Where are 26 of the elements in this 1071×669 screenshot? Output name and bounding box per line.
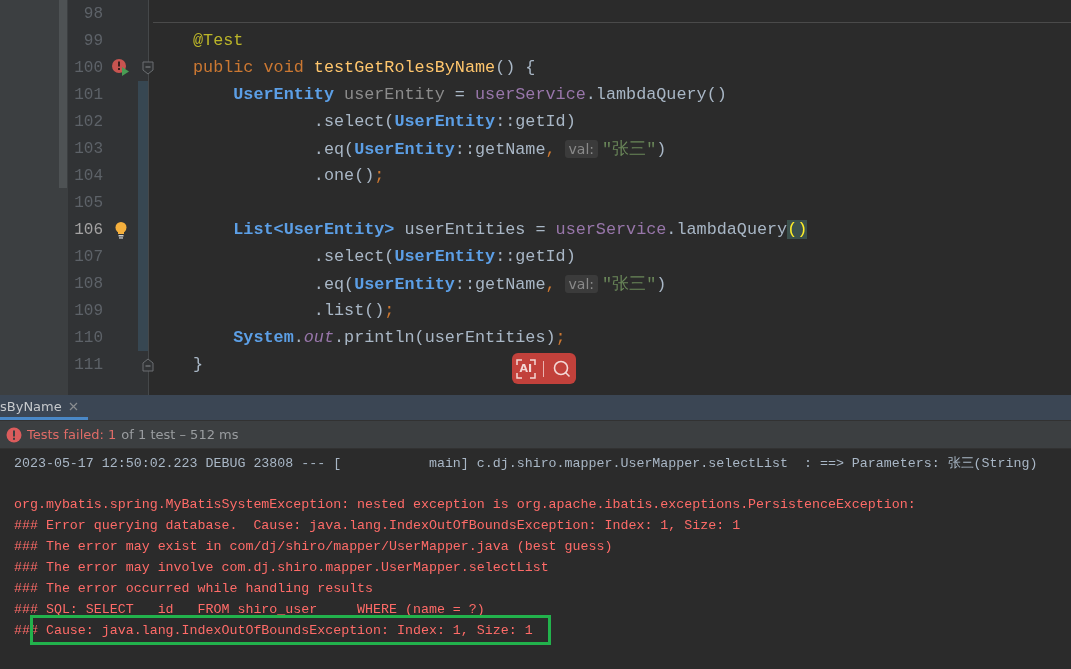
console-line: 2023-05-17 12:50:02.223 DEBUG 23808 --- [ main] c.dj.shiro.mapper.UserMapper.selectList : ==> Parameters: 张三(String) — [14, 454, 1038, 472]
code-line: public void testGetRolesByName() { — [193, 58, 536, 77]
ai-button[interactable]: AI — [515, 358, 536, 379]
search-icon — [552, 358, 573, 379]
code-line: } — [193, 355, 204, 374]
code-line: .select(UserEntity::getId) — [312, 247, 576, 266]
console-line: ### Error querying database. Cause: java.lang.IndexOutOfBoundsException: Index: 1, Size: 1 — [14, 518, 741, 533]
code-line: .eq(UserEntity::getName, val: "张三") — [312, 274, 667, 295]
line-number: 106 — [73, 220, 103, 239]
code-line: UserEntity userEntity = userService.lambdaQuery() — [232, 85, 727, 104]
close-icon — [68, 401, 78, 411]
error-icon — [6, 426, 22, 443]
code-line: @Test — [193, 31, 244, 50]
console-line: ### The error may involve com.dj.shiro.mapper.UserMapper.selectList — [14, 560, 549, 575]
code-line: System.out.println(userEntities); — [232, 328, 566, 347]
search-button[interactable] — [552, 358, 573, 379]
code-line: .one(); — [312, 166, 385, 185]
test-result-text: Tests failed: 1 — [27, 427, 117, 442]
code-line: List<UserEntity> userEntities = userService.lambdaQuery() — [232, 220, 808, 239]
code-line: .select(UserEntity::getId) — [312, 112, 576, 131]
console-line: org.mybatis.spring.MyBatisSystemException: nested exception is org.apache.ibatis.exceptions.PersistenceException: — [14, 497, 916, 512]
console-line: ### The error occurred while handling results — [14, 581, 374, 596]
console-line: ### The error may exist in com/dj/shiro/mapper/UserMapper.java (best guess) — [14, 539, 613, 554]
code-line: .list(); — [312, 301, 395, 320]
code-line: .eq(UserEntity::getName, val: "张三") — [312, 139, 667, 160]
test-summary-text: of 1 test – 512 ms — [121, 427, 239, 442]
